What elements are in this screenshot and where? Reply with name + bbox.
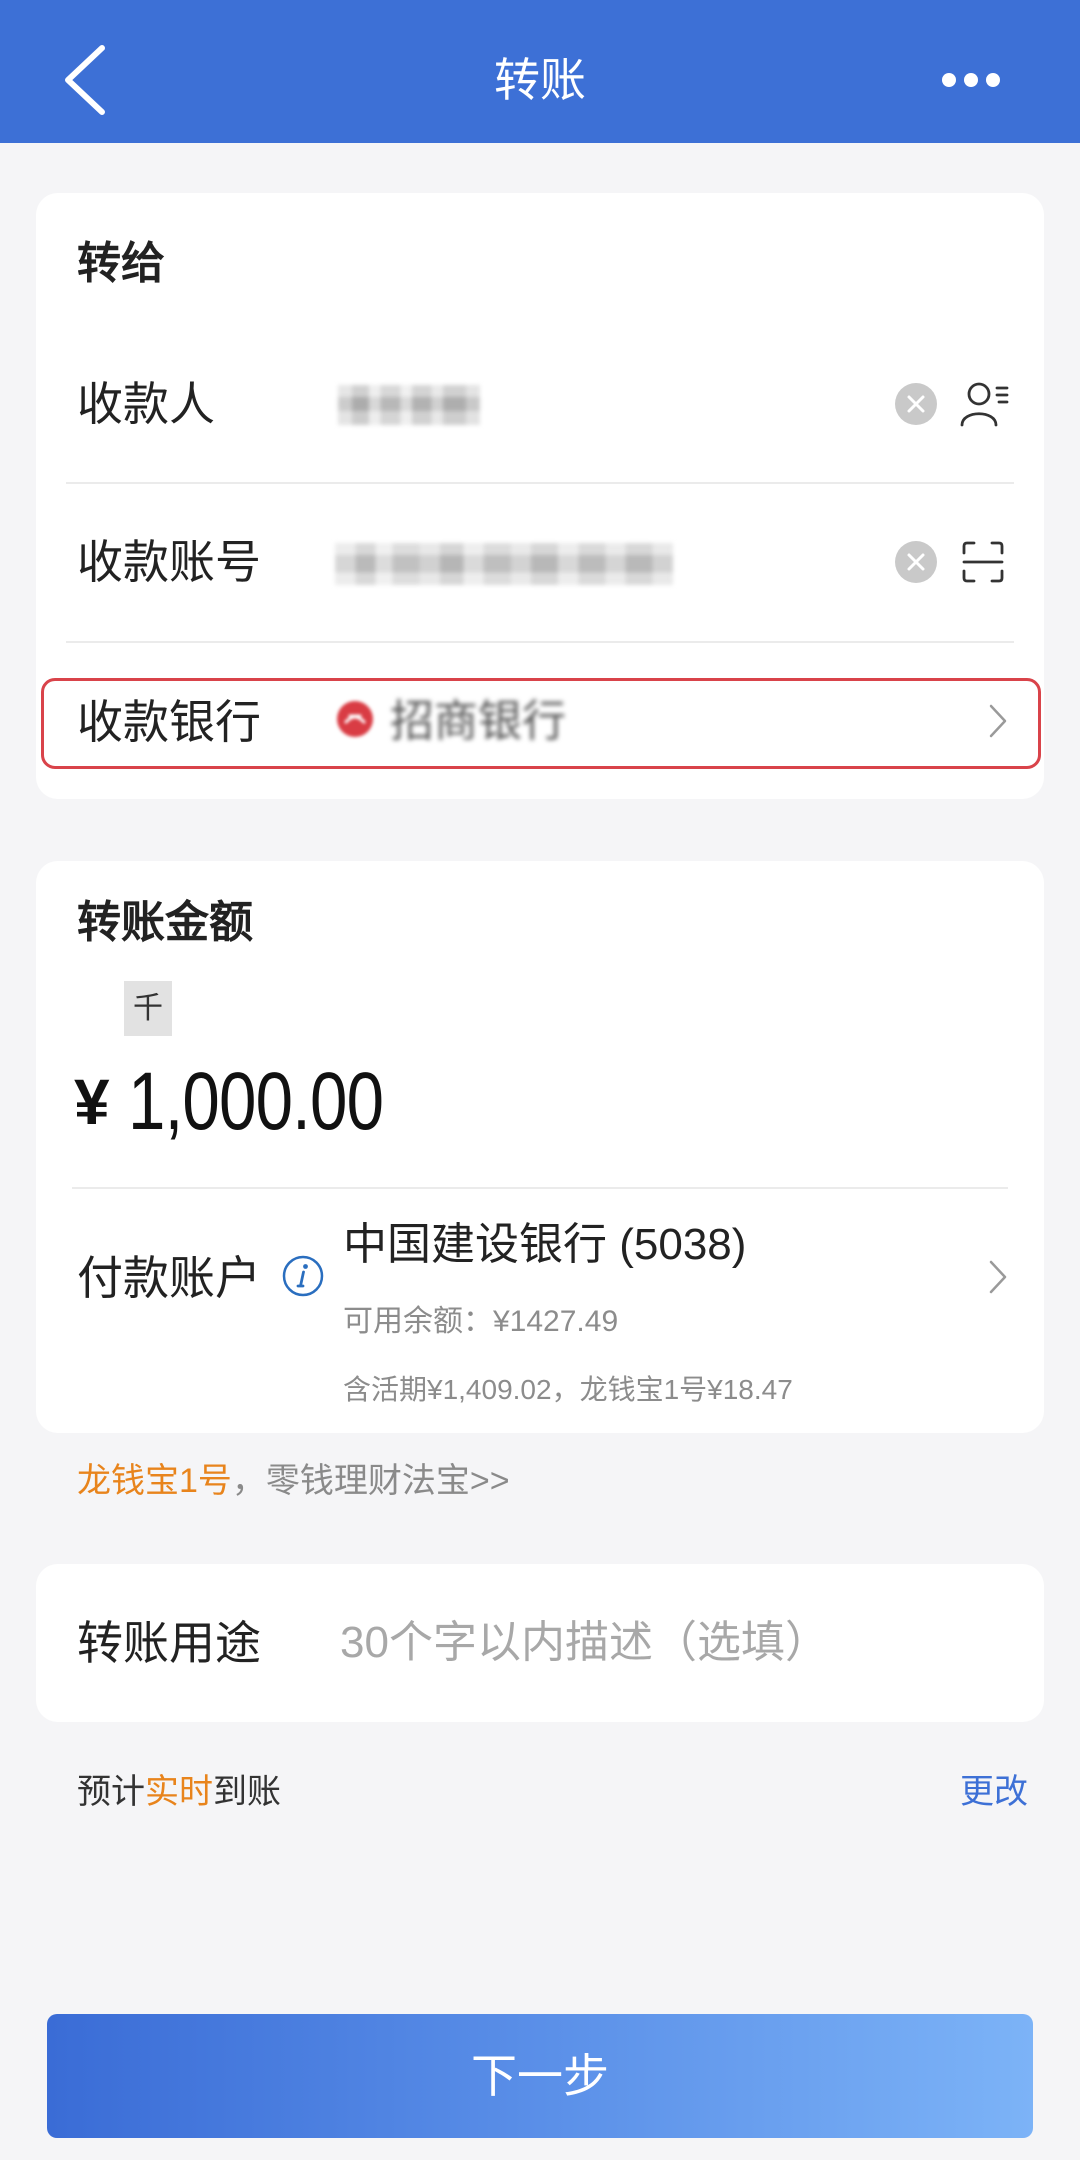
- amount-heading: 转账金额: [77, 898, 253, 947]
- more-dots-icon: [942, 73, 1000, 87]
- promo-link[interactable]: 龙钱宝1号，零钱理财法宝>>: [77, 1459, 510, 1503]
- payee-label: 收款人: [77, 378, 215, 430]
- bank-name: 招商银行: [390, 697, 566, 746]
- divider: [66, 641, 1014, 643]
- payer-bank: 中国建设银行 (5038): [343, 1220, 747, 1269]
- payer-account-selector[interactable]: 中国建设银行 (5038) 可用余额：¥1427.49 含活期¥1,409.02…: [336, 1211, 1026, 1421]
- payer-account-label: 付款账户: [77, 1252, 261, 1304]
- arrival-info: 预计实时到账: [77, 1770, 281, 1814]
- top-bar: 转账: [0, 0, 1080, 143]
- scan-button[interactable]: [962, 541, 1004, 583]
- balance-breakdown: 含活期¥1,409.02，龙钱宝1号¥18.47: [343, 1374, 793, 1405]
- page-title: 转账: [494, 54, 586, 106]
- contact-book-icon: [960, 382, 1009, 427]
- promo-highlight: 龙钱宝1号: [77, 1462, 232, 1500]
- chevron-right-icon: [988, 703, 1008, 739]
- account-number-input[interactable]: [335, 543, 673, 585]
- chevron-left-icon: [65, 45, 105, 115]
- payee-name-input[interactable]: [338, 385, 480, 425]
- amount-unit-badge: 千: [124, 981, 172, 1036]
- purpose-input[interactable]: [340, 1613, 1000, 1673]
- arrival-suffix: 到账: [213, 1773, 281, 1811]
- clear-icon: [895, 541, 937, 583]
- recipient-card: 转给 收款人 收款账号 收款银行 招商银行: [36, 193, 1044, 799]
- divider: [72, 1187, 1008, 1189]
- available-balance: 可用余额：¥1427.49: [343, 1305, 619, 1338]
- amount-value: 1,000.00: [127, 1056, 384, 1147]
- purpose-label: 转账用途: [77, 1617, 261, 1669]
- info-icon: [282, 1255, 324, 1297]
- chevron-right-icon: [988, 1259, 1008, 1295]
- next-step-button[interactable]: 下一步: [47, 2014, 1033, 2138]
- currency-symbol: ¥: [74, 1066, 110, 1138]
- back-button[interactable]: [60, 44, 110, 116]
- bank-label: 收款银行: [77, 696, 261, 748]
- more-button[interactable]: [936, 66, 1004, 94]
- divider: [66, 482, 1014, 484]
- contacts-button[interactable]: [959, 380, 1009, 428]
- payee-clear-button[interactable]: [894, 382, 938, 426]
- info-button[interactable]: [282, 1255, 324, 1297]
- promo-text: ，零钱理财法宝>>: [231, 1462, 510, 1500]
- amount-card: 转账金额 千 ¥1,000.00 付款账户 中国建设银行 (5038) 可用余额…: [36, 861, 1044, 1433]
- clear-icon: [895, 383, 937, 425]
- account-label: 收款账号: [77, 536, 261, 588]
- account-clear-button[interactable]: [894, 540, 938, 584]
- arrival-highlight: 实时: [145, 1773, 213, 1811]
- recipient-heading: 转给: [77, 239, 165, 288]
- amount-input[interactable]: ¥1,000.00: [74, 1057, 439, 1147]
- arrival-prefix: 预计: [77, 1773, 145, 1811]
- bank-logo-icon: [336, 700, 374, 738]
- scan-icon: [962, 541, 1004, 583]
- purpose-card: 转账用途: [36, 1564, 1044, 1722]
- change-arrival-link[interactable]: 更改: [928, 1770, 1028, 1814]
